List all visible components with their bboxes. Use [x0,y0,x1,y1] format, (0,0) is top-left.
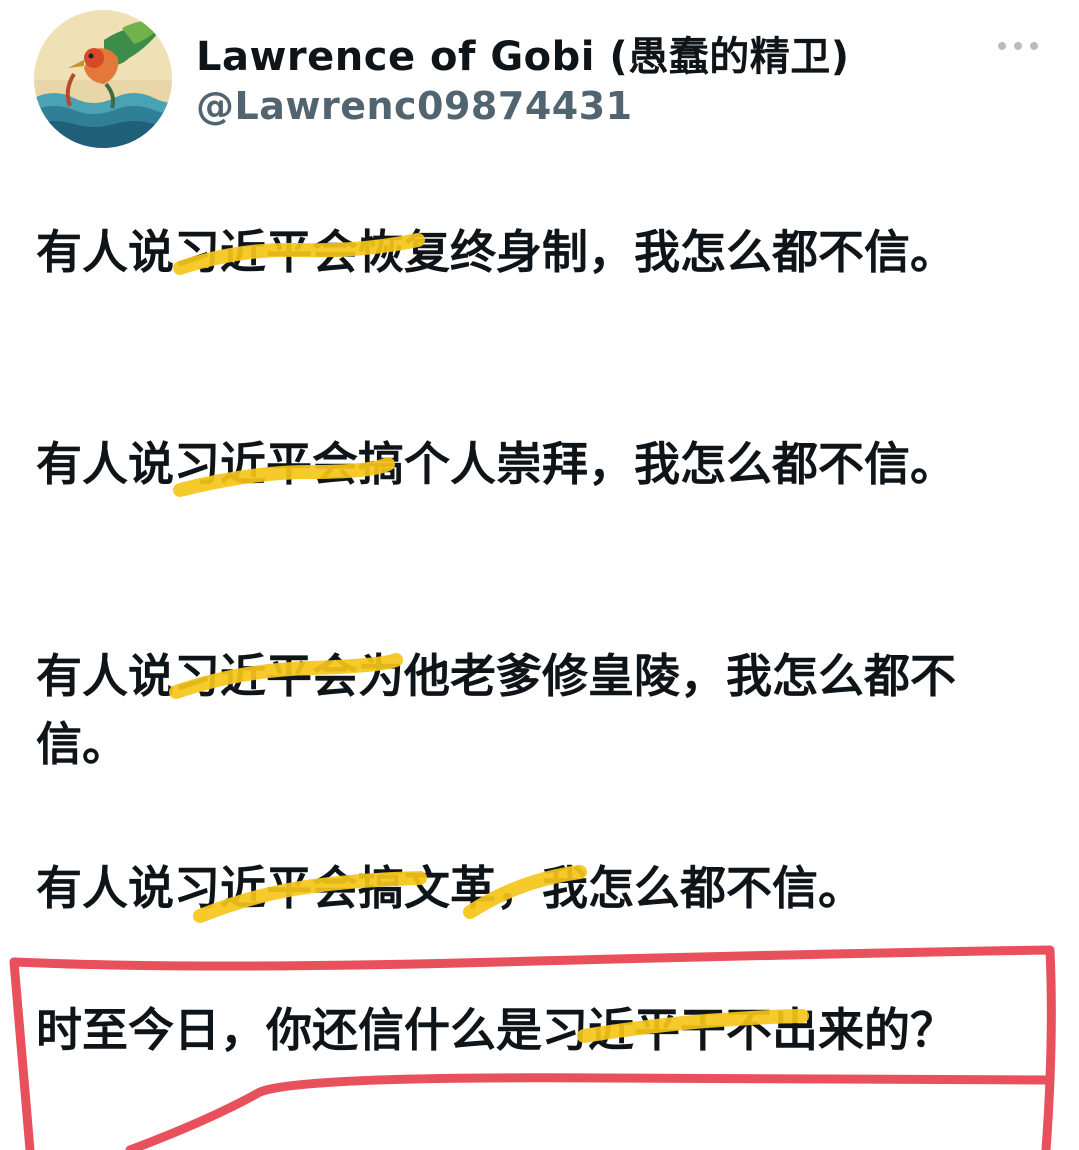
author-handle[interactable]: @Lawrenc09874431 [196,84,633,128]
tweet-paragraph: 有人说习近平会为他老爹修皇陵，我怎么都不信。 [36,649,956,771]
more-horizontal-icon[interactable] [994,36,1042,56]
tweet-header: Lawrence of Gobi (愚蠢的精卫) @Lawrenc0987443… [0,0,1079,160]
author-display-name[interactable]: Lawrence of Gobi (愚蠢的精卫) [196,24,849,82]
markup-overlay [9,233,1056,1150]
tweet-paragraph: 有人说习近平会搞文革，我怎么都不信。 [36,861,864,915]
tweet-paragraph: 时至今日，你还信什么是习近平干不出来的？ [36,1003,956,1057]
annotation-box [9,957,35,1150]
tweet-paragraph: 有人说习近平会恢复终身制，我怎么都不信。 [36,225,956,279]
tweet-paragraph: 有人说习近平会搞个人崇拜，我怎么都不信。 [36,437,956,491]
annotation-box [125,1073,1055,1150]
bird-avatar-icon[interactable] [34,10,172,148]
